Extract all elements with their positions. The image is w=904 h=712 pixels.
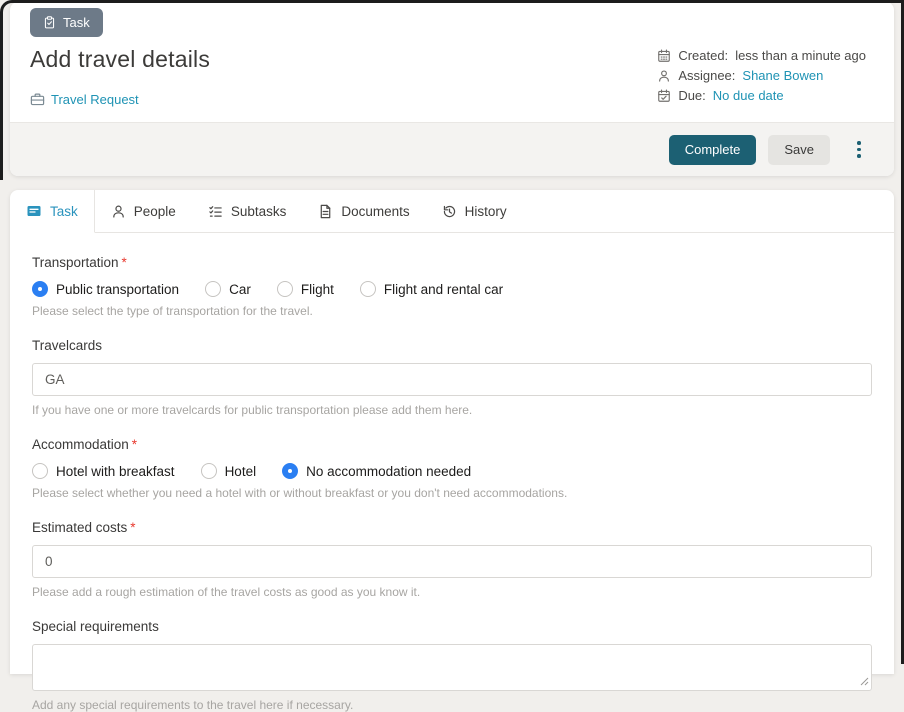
radio-no-accommodation-needed[interactable]: No accommodation needed [282,463,471,479]
tab-history[interactable]: History [426,190,523,233]
travelcards-help-text: If you have one or more travelcards for … [32,403,872,417]
meta-assignee: Assignee: Shane Bowen [657,68,866,83]
transportation-label: Transportation [32,255,119,270]
tab-task[interactable]: Task [10,190,95,233]
created-value: less than a minute ago [735,48,866,63]
estimated-costs-input[interactable] [32,545,872,578]
field-estimated-costs: Estimated costs* Please add a rough esti… [32,519,872,599]
page-title: Add travel details [30,46,210,73]
radio-label: Flight [301,282,334,297]
calendar-check-icon [657,89,671,103]
more-actions-button[interactable] [850,135,868,165]
radio-button[interactable] [201,463,217,479]
field-transportation: Transportation* Public transportation Ca… [32,254,872,318]
radio-hotel-with-breakfast[interactable]: Hotel with breakfast [32,463,175,479]
required-marker: * [132,437,137,452]
radio-button[interactable] [360,281,376,297]
special-requirements-help-text: Add any special requirements to the trav… [32,698,872,712]
travelcards-input[interactable] [32,363,872,396]
radio-label: Hotel [225,464,257,479]
tab-subtasks[interactable]: Subtasks [192,190,303,233]
tab-documents[interactable]: Documents [302,190,425,233]
accommodation-help-text: Please select whether you need a hotel w… [32,486,872,500]
tab-task-label: Task [50,204,78,219]
task-form: Transportation* Public transportation Ca… [10,233,894,712]
assignee-value-link[interactable]: Shane Bowen [742,68,823,83]
user-icon [657,69,671,83]
document-icon [318,204,333,219]
due-label: Due: [678,88,705,103]
clipboard-check-icon [43,16,56,29]
person-icon [111,204,126,219]
tab-history-label: History [465,204,507,219]
checklist-icon [208,204,223,219]
radio-label: Public transportation [56,282,179,297]
radio-button[interactable] [205,281,221,297]
transportation-help-text: Please select the type of transportation… [32,304,872,318]
radio-label: No accommodation needed [306,464,471,479]
complete-button[interactable]: Complete [669,135,757,165]
field-special-requirements: Special requirements Add any special req… [32,618,872,712]
travelcards-label: Travelcards [32,338,102,353]
radio-label: Hotel with breakfast [56,464,175,479]
transportation-radio-group: Public transportation Car Flight Flight … [32,281,872,297]
estimated-costs-help-text: Please add a rough estimation of the tra… [32,585,872,599]
task-meta: Created: less than a minute ago Assignee… [657,48,866,103]
process-link-label: Travel Request [51,92,139,107]
task-badge-label: Task [63,15,90,30]
special-requirements-label: Special requirements [32,619,159,634]
required-marker: * [130,520,135,535]
estimated-costs-label: Estimated costs [32,520,127,535]
process-link[interactable]: Travel Request [30,92,139,107]
field-accommodation: Accommodation* Hotel with breakfast Hote… [32,436,872,500]
task-type-badge: Task [30,8,103,37]
radio-button-selected[interactable] [282,463,298,479]
action-bar: Complete Save [10,122,894,176]
tab-bar: Task People Subtasks [10,190,894,233]
briefcase-icon [30,92,45,107]
due-value-link[interactable]: No due date [713,88,784,103]
calendar-icon [657,49,671,63]
radio-car[interactable]: Car [205,281,251,297]
assignee-label: Assignee: [678,68,735,83]
task-header-card: Task Add travel details Travel Request [10,2,894,176]
radio-label: Flight and rental car [384,282,503,297]
radio-flight-and-rental-car[interactable]: Flight and rental car [360,281,503,297]
radio-public-transportation[interactable]: Public transportation [32,281,179,297]
meta-created: Created: less than a minute ago [657,48,866,63]
task-content-card: Task People Subtasks [10,190,894,674]
save-button[interactable]: Save [768,135,830,165]
tab-people-label: People [134,204,176,219]
radio-hotel[interactable]: Hotel [201,463,257,479]
tab-bar-filler [523,190,894,233]
meta-due: Due: No due date [657,88,866,103]
history-icon [442,204,457,219]
radio-button[interactable] [277,281,293,297]
accommodation-radio-group: Hotel with breakfast Hotel No accommodat… [32,463,872,479]
radio-button[interactable] [32,463,48,479]
radio-label: Car [229,282,251,297]
field-travelcards: Travelcards If you have one or more trav… [32,337,872,417]
tab-documents-label: Documents [341,204,409,219]
radio-flight[interactable]: Flight [277,281,334,297]
radio-button-selected[interactable] [32,281,48,297]
tab-people[interactable]: People [95,190,192,233]
form-card-icon [26,203,42,219]
special-requirements-textarea[interactable] [32,644,872,691]
required-marker: * [122,255,127,270]
tab-subtasks-label: Subtasks [231,204,287,219]
accommodation-label: Accommodation [32,437,129,452]
created-label: Created: [678,48,728,63]
